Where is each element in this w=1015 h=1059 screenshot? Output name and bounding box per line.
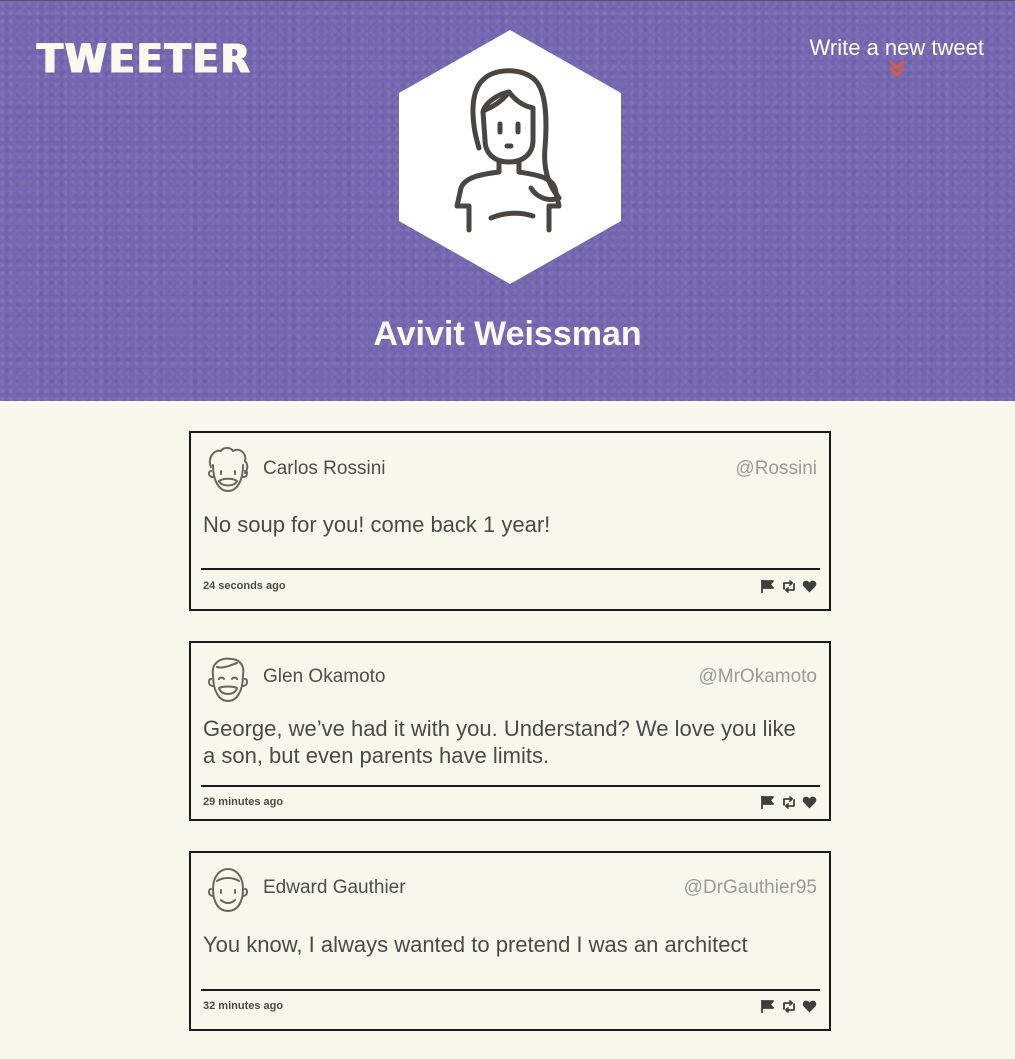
- tweet-author-handle[interactable]: @DrGauthier95: [684, 877, 817, 899]
- retweet-icon[interactable]: [781, 999, 796, 1014]
- tweet-author-name[interactable]: Edward Gauthier: [263, 877, 406, 899]
- smiling-man-avatar-icon: [205, 655, 251, 705]
- curly-hair-man-avatar-icon: [205, 445, 251, 495]
- retweet-icon[interactable]: [781, 579, 796, 594]
- retweet-icon[interactable]: [781, 795, 796, 810]
- tweet-divider: [201, 785, 820, 787]
- flag-icon[interactable]: [760, 795, 775, 810]
- tweet-actions: [760, 579, 817, 594]
- write-new-tweet-button[interactable]: Write a new tweet: [810, 35, 984, 85]
- tweet-divider: [201, 568, 820, 570]
- tweet-author-handle[interactable]: @Rossini: [735, 458, 817, 480]
- profile-name: Avivit Weissman: [373, 315, 642, 353]
- tweet-card: Carlos Rossini @Rossini No soup for you!…: [189, 431, 831, 611]
- tweet-timestamp: 24 seconds ago: [203, 580, 286, 592]
- woman-avatar-icon: [399, 30, 621, 284]
- flag-icon[interactable]: [760, 999, 775, 1014]
- tweet-text: You know, I always wanted to pretend I w…: [203, 932, 748, 957]
- tweet-author-name[interactable]: Glen Okamoto: [263, 666, 386, 688]
- heart-icon[interactable]: [802, 999, 817, 1014]
- double-chevron-down-icon[interactable]: [885, 59, 909, 85]
- tweet-divider: [201, 989, 820, 991]
- bald-man-avatar-icon: [205, 865, 251, 915]
- tweet-card: Glen Okamoto @MrOkamoto George, we’ve ha…: [189, 641, 831, 821]
- flag-icon[interactable]: [760, 579, 775, 594]
- heart-icon[interactable]: [802, 579, 817, 594]
- tweet-actions: [760, 999, 817, 1014]
- profile-avatar: [399, 30, 621, 284]
- tweet-text: No soup for you! come back 1 year!: [203, 512, 551, 537]
- tweet-author-handle[interactable]: @MrOkamoto: [698, 666, 817, 688]
- tweet-card: Edward Gauthier @DrGauthier95 You know, …: [189, 851, 831, 1031]
- tweet-text: George, we’ve had it with you. Understan…: [203, 716, 796, 768]
- tweet-timestamp: 29 minutes ago: [203, 796, 284, 808]
- tweet-timestamp: 32 minutes ago: [203, 1000, 284, 1012]
- tweet-actions: [760, 795, 817, 810]
- heart-icon[interactable]: [802, 795, 817, 810]
- app-logo[interactable]: TWEETER: [37, 36, 252, 82]
- page-header: TWEETER Write a new tweet Avivit Weissma…: [0, 0, 1015, 401]
- tweet-author-name[interactable]: Carlos Rossini: [263, 458, 385, 480]
- write-new-tweet-label: Write a new tweet: [809, 35, 984, 60]
